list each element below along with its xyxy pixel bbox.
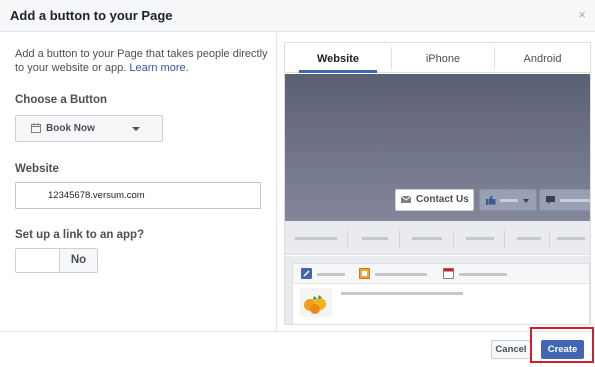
- close-icon[interactable]: ×: [578, 8, 586, 22]
- post-composer-placeholder: [292, 263, 590, 324]
- placeholder-bar: [295, 237, 337, 240]
- choose-button-label: Choose a Button: [15, 94, 107, 106]
- contact-us-label: Contact Us: [416, 194, 469, 205]
- dialog-title: Add a button to your Page: [10, 8, 173, 23]
- preview-tabs: Website iPhone Android: [285, 43, 590, 73]
- dialog-header: Add a button to your Page ×: [0, 0, 595, 32]
- chevron-down-icon: [523, 199, 529, 203]
- settings-panel: Add a button to your Page that takes peo…: [0, 33, 277, 331]
- placeholder-bar: [500, 199, 518, 202]
- dialog-footer: Cancel Create: [0, 331, 595, 367]
- app-link-toggle[interactable]: No: [15, 248, 98, 273]
- photo-icon: [359, 268, 370, 279]
- fruit-thumbnail: [300, 288, 332, 317]
- choose-button-value: Book Now: [46, 123, 95, 134]
- contact-us-button: Contact Us: [395, 189, 474, 211]
- nav-divider: [347, 230, 348, 248]
- placeholder-bar: [375, 273, 427, 276]
- tab-android[interactable]: Android: [495, 43, 590, 73]
- placeholder-bar: [341, 292, 463, 295]
- nav-divider: [504, 230, 505, 248]
- cover-photo: Contact Us: [285, 74, 590, 221]
- placeholder-bar: [317, 273, 345, 276]
- nav-divider: [453, 230, 454, 248]
- preview-panel: Website iPhone Android Contact Us: [284, 42, 591, 325]
- website-label: Website: [15, 163, 59, 175]
- toggle-no-side[interactable]: No: [59, 249, 97, 272]
- page-body-placeholder: [285, 256, 590, 324]
- active-tab-indicator: [299, 70, 377, 73]
- chevron-down-icon: [132, 127, 140, 131]
- nav-divider: [549, 230, 550, 248]
- thumbs-up-icon: [486, 195, 496, 205]
- placeholder-bar: [459, 273, 507, 276]
- envelope-icon: [401, 196, 411, 203]
- app-link-label: Set up a link to an app?: [15, 229, 145, 241]
- nav-divider: [399, 230, 400, 248]
- create-button[interactable]: Create: [541, 340, 584, 359]
- composer-tabs: [293, 264, 589, 284]
- pencil-icon: [301, 268, 312, 279]
- description: Add a button to your Page that takes peo…: [15, 47, 270, 75]
- placeholder-bar: [560, 199, 590, 202]
- message-button: [539, 189, 590, 211]
- choose-button-dropdown[interactable]: Book Now: [15, 115, 163, 142]
- placeholder-bar: [362, 237, 388, 240]
- add-button-dialog: Add a button to your Page × Add a button…: [0, 0, 595, 367]
- placeholder-bar: [557, 237, 585, 240]
- cancel-button[interactable]: Cancel: [491, 340, 531, 359]
- toggle-yes-side[interactable]: [16, 249, 59, 272]
- learn-more-link[interactable]: Learn more.: [129, 62, 188, 74]
- calendar-icon: [31, 123, 41, 133]
- tab-iphone[interactable]: iPhone: [392, 43, 494, 73]
- placeholder-bar: [412, 237, 442, 240]
- tab-website[interactable]: Website: [285, 43, 391, 73]
- like-button: [479, 189, 537, 211]
- message-icon: [546, 196, 555, 204]
- placeholder-bar: [517, 237, 541, 240]
- page-nav-placeholder: [285, 221, 590, 255]
- calendar-icon: [443, 268, 454, 279]
- placeholder-bar: [466, 237, 494, 240]
- website-input[interactable]: 12345678.versum.com: [15, 182, 261, 209]
